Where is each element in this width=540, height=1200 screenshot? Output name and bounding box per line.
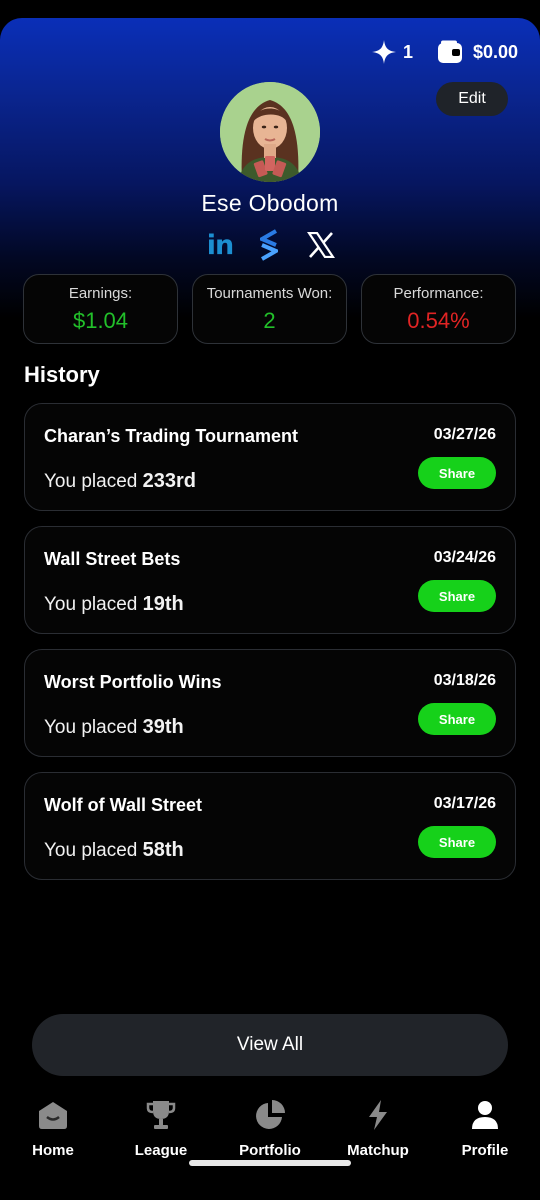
history-card[interactable]: Wolf of Wall Street 03/17/26 You placed …: [24, 772, 516, 880]
wallet-balance: $0.00: [472, 41, 518, 62]
placement-text: You placed 19th: [44, 593, 184, 616]
stats-row: Earnings: $1.04 Tournaments Won: 2 Perfo…: [23, 274, 517, 346]
home-icon: [8, 1098, 98, 1132]
performance-value: 0.54%: [407, 308, 470, 333]
history-card[interactable]: Worst Portfolio Wins 03/18/26 You placed…: [24, 649, 516, 757]
performance-stat: Performance: 0.54%: [361, 274, 516, 344]
linkedin-icon[interactable]: in: [205, 228, 235, 262]
nav-item-matchup[interactable]: Matchup: [333, 1098, 423, 1159]
share-button[interactable]: Share: [418, 457, 496, 489]
social-links: in: [205, 228, 340, 262]
view-all-button[interactable]: View All: [32, 1014, 508, 1076]
home-indicator[interactable]: [189, 1160, 351, 1166]
stat-label: Performance:: [393, 285, 484, 302]
stat-label: Earnings:: [68, 285, 133, 302]
sparkle-count: 1: [402, 41, 413, 62]
avatar[interactable]: [220, 82, 320, 182]
placement-text: You placed 233rd: [44, 470, 196, 493]
trophy-icon: [116, 1098, 206, 1132]
nav-item-home[interactable]: Home: [8, 1098, 98, 1159]
placement-rank: 19th: [142, 593, 184, 615]
pie-chart-icon: [225, 1098, 315, 1132]
nav-label: Portfolio: [239, 1142, 301, 1159]
share-button[interactable]: Share: [418, 826, 496, 858]
tournament-date: 03/17/26: [433, 795, 496, 812]
tournament-name: Wolf of Wall Street: [44, 795, 203, 815]
nav-label: Profile: [461, 1142, 509, 1159]
earnings-value: $1.04: [72, 308, 129, 333]
placed-prefix: You placed: [44, 717, 138, 738]
sparkle-icon[interactable]: [371, 39, 397, 65]
placement-text: You placed 39th: [44, 716, 184, 739]
placement-rank: 39th: [142, 716, 184, 738]
placement-text: You placed 58th: [44, 839, 184, 862]
tournaments-won-stat: Tournaments Won: 2: [192, 274, 347, 344]
nav-label: Home: [32, 1142, 74, 1159]
earnings-stat: Earnings: $1.04: [23, 274, 178, 344]
history-card[interactable]: Wall Street Bets 03/24/26 You placed 19t…: [24, 526, 516, 634]
tournament-name: Charan’s Trading Tournament: [44, 426, 299, 446]
tournament-date: 03/27/26: [433, 426, 496, 443]
avatar-portrait: [220, 82, 320, 182]
tournament-date: 03/24/26: [433, 549, 496, 566]
placement-rank: 233rd: [142, 470, 196, 492]
tournament-name: Worst Portfolio Wins: [44, 672, 222, 692]
history-heading: History: [24, 362, 100, 387]
x-icon[interactable]: [305, 228, 337, 262]
stocktwits-icon[interactable]: [255, 228, 283, 262]
tournaments-won-value: 2: [263, 308, 276, 333]
nav-item-portfolio[interactable]: Portfolio: [225, 1098, 315, 1159]
history-card[interactable]: Charan’s Trading Tournament 03/27/26 You…: [24, 403, 516, 511]
placed-prefix: You placed: [44, 594, 138, 615]
bottom-nav: Home League Portfolio Matchup Profile: [0, 1098, 540, 1178]
tournament-name: Wall Street Bets: [44, 549, 181, 569]
share-button[interactable]: Share: [418, 703, 496, 735]
nav-label: League: [134, 1142, 188, 1159]
history-list: Charan’s Trading Tournament 03/27/26 You…: [24, 403, 516, 895]
tournament-date: 03/18/26: [433, 672, 496, 689]
nav-item-profile[interactable]: Profile: [440, 1098, 530, 1159]
placed-prefix: You placed: [44, 471, 138, 492]
placed-prefix: You placed: [44, 840, 138, 861]
share-button[interactable]: Share: [418, 580, 496, 612]
placement-rank: 58th: [142, 839, 184, 861]
person-icon: [440, 1098, 530, 1132]
wallet-icon[interactable]: [437, 40, 463, 64]
profile-screen: 1 $0.00 Edit Ese Obodom in Earnings: $1.…: [0, 18, 540, 1200]
lightning-icon: [333, 1098, 423, 1132]
top-bar: 1 $0.00: [371, 38, 518, 66]
nav-label: Matchup: [347, 1142, 409, 1159]
stat-label: Tournaments Won:: [206, 285, 333, 302]
edit-profile-button[interactable]: Edit: [436, 82, 508, 116]
nav-item-league[interactable]: League: [116, 1098, 206, 1159]
profile-name: Ese Obodom: [201, 190, 339, 216]
